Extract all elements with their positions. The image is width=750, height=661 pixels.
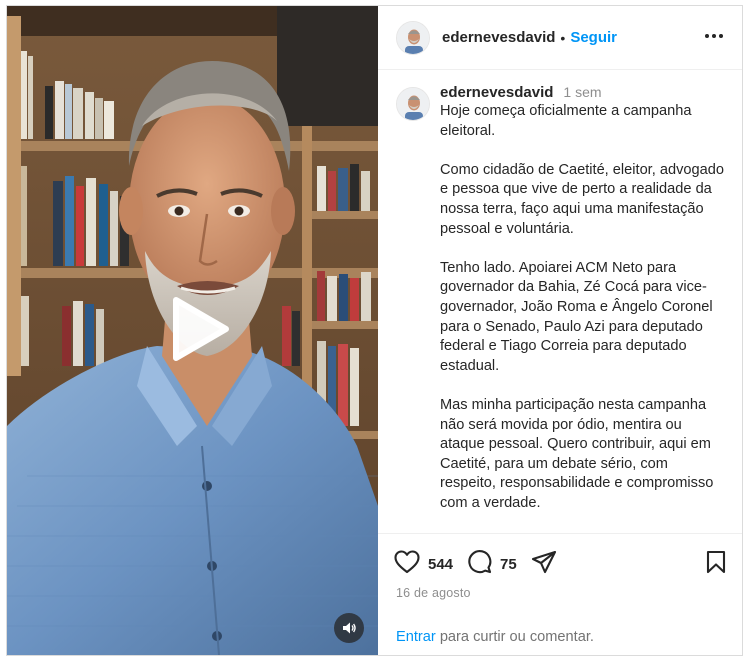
- post-sidebar: edernevesdavid • Seguir edernevesdavid 1…: [378, 6, 742, 655]
- heart-icon[interactable]: [394, 549, 420, 579]
- post-header: edernevesdavid • Seguir: [378, 6, 742, 70]
- play-icon[interactable]: [162, 294, 232, 364]
- bookmark-icon[interactable]: [706, 550, 726, 579]
- share-action: [531, 550, 557, 579]
- comment-action: 75: [467, 549, 517, 579]
- caption-author[interactable]: edernevesdavid: [440, 84, 553, 101]
- separator-dot: •: [560, 29, 566, 46]
- post-time[interactable]: 1 sem: [563, 84, 601, 100]
- like-count[interactable]: 544: [428, 556, 453, 573]
- like-action: 544: [394, 549, 453, 579]
- author-username[interactable]: edernevesdavid: [442, 29, 555, 46]
- login-prompt: Entrar para curtir ou comentar.: [396, 629, 594, 645]
- login-link[interactable]: Entrar: [396, 629, 436, 645]
- caption-paragraph: Hoje começa oficialmente a campanha elei…: [440, 103, 692, 139]
- instagram-post: edernevesdavid • Seguir edernevesdavid 1…: [6, 5, 743, 656]
- video-player[interactable]: [7, 6, 378, 655]
- action-bar: 544 75: [394, 548, 726, 580]
- avatar[interactable]: [396, 87, 430, 121]
- follow-button[interactable]: Seguir: [570, 29, 617, 46]
- login-text: para curtir ou comentar.: [439, 629, 594, 645]
- caption-paragraph: Como cidadão de Caetité, eleitor, advoga…: [440, 161, 724, 237]
- caption-text: Hoje começa oficialmente a campanha elei…: [440, 102, 726, 513]
- caption-area[interactable]: edernevesdavid 1 sem Hoje começa oficial…: [378, 70, 742, 533]
- comment-count[interactable]: 75: [500, 556, 517, 573]
- avatar[interactable]: [396, 20, 430, 55]
- speaker-icon[interactable]: [334, 613, 364, 643]
- caption-header: edernevesdavid 1 sem: [440, 84, 726, 101]
- caption-paragraph: Tenho lado. Apoiarei ACM Neto para gover…: [440, 259, 713, 374]
- more-options-icon[interactable]: [702, 24, 726, 48]
- caption-row: edernevesdavid 1 sem Hoje começa oficial…: [378, 70, 742, 533]
- comment-icon[interactable]: [467, 549, 492, 579]
- caption-body: edernevesdavid 1 sem Hoje começa oficial…: [440, 84, 726, 533]
- actions-area: 544 75 16 de agosto Entrar para curtir o…: [378, 533, 742, 655]
- caption-paragraph: Mas minha participação nesta campanha nã…: [440, 396, 714, 511]
- share-icon[interactable]: [531, 550, 557, 579]
- post-date[interactable]: 16 de agosto: [396, 586, 471, 600]
